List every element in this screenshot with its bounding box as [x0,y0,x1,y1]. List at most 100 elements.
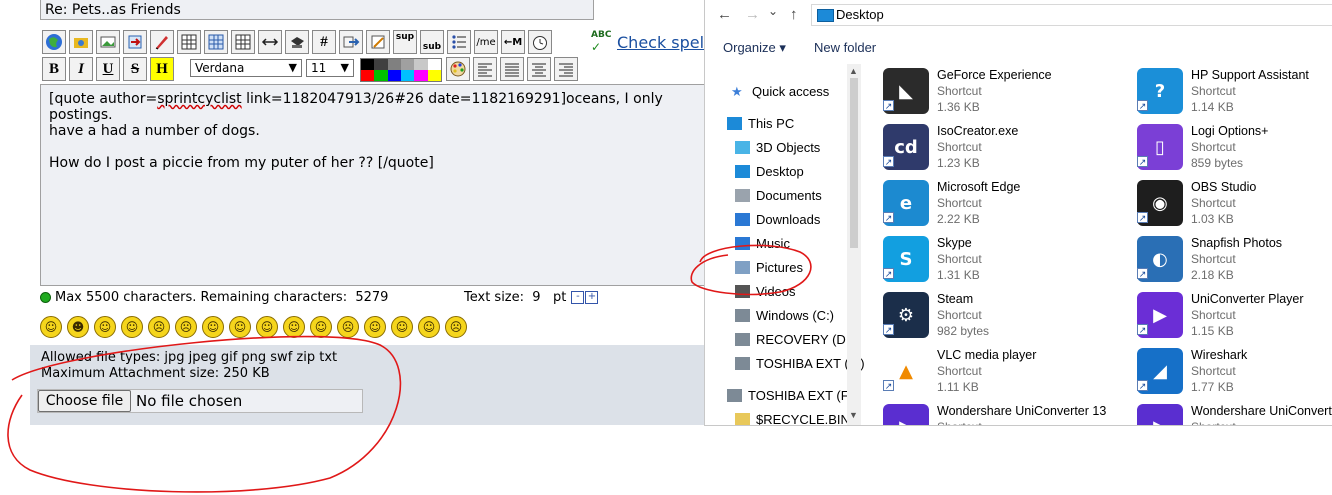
table-grid-icon[interactable] [231,30,255,54]
font-size-select[interactable]: 11 ▼ [306,59,354,77]
align-center-icon[interactable] [527,57,551,81]
color-swatch[interactable] [387,59,401,70]
file-item[interactable]: S ↗ Skype Shortcut 1.31 KB [883,234,1123,290]
nav-item[interactable]: Downloads [735,212,820,227]
smiley-icon[interactable]: ☹ [337,316,359,338]
underline-button[interactable]: U [96,57,120,81]
file-item[interactable]: ▶ ↗ UniConverter Player Shortcut 1.15 KB [1137,290,1332,346]
edit-icon[interactable] [366,30,390,54]
nav-item[interactable]: Videos [735,284,796,299]
color-swatch[interactable] [427,59,441,70]
move-marquee-button[interactable]: ←M [501,30,525,54]
list-icon[interactable] [447,30,471,54]
image-icon[interactable] [96,30,120,54]
file-item[interactable]: ? ↗ HP Support Assistant Shortcut 1.14 KB [1137,66,1332,122]
smiley-icon[interactable]: ☺ [121,316,143,338]
horizontal-rule-icon[interactable] [258,30,282,54]
color-swatch[interactable] [414,59,428,70]
highlight-button[interactable]: H [150,57,174,81]
color-swatch[interactable] [414,70,428,81]
align-right-icon[interactable] [554,57,578,81]
file-item[interactable]: ▯ ↗ Logi Options+ Shortcut 859 bytes [1137,122,1332,178]
nav-item[interactable]: TOSHIBA EXT (F:) [735,356,865,371]
flash-icon[interactable] [69,30,93,54]
smiley-icon[interactable]: ☺ [283,316,305,338]
message-textarea[interactable]: [quote author=sprintcyclist link=1182047… [40,84,705,286]
superscript-button[interactable]: sup [393,30,417,54]
nav-item[interactable]: This PC [727,116,794,131]
nav-item[interactable]: TOSHIBA EXT (F:) [727,388,857,403]
nav-item[interactable]: Documents [735,188,822,203]
file-item[interactable]: ▶↗Wondershare UniConverterShortcut [1137,402,1332,425]
scroll-down-icon[interactable]: ▼ [849,410,858,420]
nav-item[interactable]: Desktop [735,164,804,179]
smiley-icon[interactable]: ☹ [445,316,467,338]
file-item[interactable]: ◢ ↗ Wireshark Shortcut 1.77 KB [1137,346,1332,402]
bold-button[interactable]: B [42,57,66,81]
italic-button[interactable]: I [69,57,93,81]
address-bar[interactable]: Desktop [811,4,1332,26]
align-left-icon[interactable] [473,57,497,81]
new-folder-button[interactable]: New folder [814,40,876,55]
nav-item[interactable]: Music [735,236,790,251]
recent-chevron-icon[interactable]: ⌄ [768,4,778,18]
nav-scrollbar[interactable]: ▲ ▼ [847,64,861,425]
organize-button[interactable]: Organize ▾ [723,40,786,56]
forward-arrow-icon[interactable]: → [745,6,760,23]
color-palette[interactable] [360,58,442,82]
file-item[interactable]: e ↗ Microsoft Edge Shortcut 2.22 KB [883,178,1123,234]
color-picker-icon[interactable] [446,57,470,81]
table-icon[interactable] [177,30,201,54]
strike-button[interactable]: S [123,57,147,81]
pen-icon[interactable] [150,30,174,54]
file-item[interactable]: cd ↗ IsoCreator.exe Shortcut 1.23 KB [883,122,1123,178]
smiley-icon[interactable]: ☻ [67,316,89,338]
smiley-icon[interactable]: ☺ [256,316,278,338]
timer-icon[interactable] [528,30,552,54]
file-item[interactable]: ◉ ↗ OBS Studio Shortcut 1.03 KB [1137,178,1332,234]
scroll-thumb[interactable] [850,78,858,248]
choose-file-button[interactable]: Choose file [38,390,131,412]
smiley-icon[interactable]: ☺ [310,316,332,338]
nav-item[interactable]: RECOVERY (D:) [735,332,854,347]
subject-input[interactable]: Re: Pets..as Friends [40,0,594,20]
scroll-up-icon[interactable]: ▲ [849,66,858,76]
globe-icon[interactable] [42,30,66,54]
hash-button[interactable]: # [312,30,336,54]
back-arrow-icon[interactable]: ← [717,6,732,23]
insert-icon[interactable] [339,30,363,54]
up-arrow-icon[interactable]: ↑ [790,6,798,23]
file-input[interactable]: Choose file No file chosen [37,389,363,413]
align-justify-icon[interactable] [500,57,524,81]
nav-item[interactable]: 3D Objects [735,140,820,155]
color-swatch[interactable] [361,59,375,70]
color-swatch[interactable] [361,70,375,81]
file-item[interactable]: ⚙ ↗ Steam Shortcut 982 bytes [883,290,1123,346]
smiley-icon[interactable]: ☺ [40,316,62,338]
smiley-icon[interactable]: ☺ [229,316,251,338]
color-swatch[interactable] [427,70,441,81]
nav-item[interactable]: Windows (C:) [735,308,834,323]
check-spelling-link[interactable]: Check spell [617,33,705,52]
smiley-icon[interactable]: ☺ [364,316,386,338]
file-item[interactable]: ◐ ↗ Snapfish Photos Shortcut 2.18 KB [1137,234,1332,290]
nav-item[interactable]: Pictures [735,260,803,275]
text-size-increase-button[interactable]: + [585,291,599,304]
smiley-icon[interactable]: ☹ [175,316,197,338]
file-item[interactable]: ◣ ↗ GeForce Experience Shortcut 1.36 KB [883,66,1123,122]
me-button[interactable]: /me [474,30,498,54]
nav-item[interactable]: ★ Quick access [731,84,829,99]
file-item[interactable]: ▶↗Wondershare UniConverter 13Shortcut [883,402,1123,425]
nav-item[interactable]: $RECYCLE.BIN [735,412,850,425]
subscript-button[interactable]: sub [420,30,444,54]
smiley-icon[interactable]: ☺ [94,316,116,338]
table-blue-icon[interactable] [204,30,228,54]
color-swatch[interactable] [374,70,388,81]
smiley-icon[interactable]: ☺ [418,316,440,338]
color-swatch[interactable] [400,59,415,70]
file-item[interactable]: ▲ ↗ VLC media player Shortcut 1.11 KB [883,346,1123,402]
printer-icon[interactable] [285,30,309,54]
smiley-icon[interactable]: ☹ [148,316,170,338]
move-icon[interactable] [123,30,147,54]
color-swatch[interactable] [387,70,401,81]
